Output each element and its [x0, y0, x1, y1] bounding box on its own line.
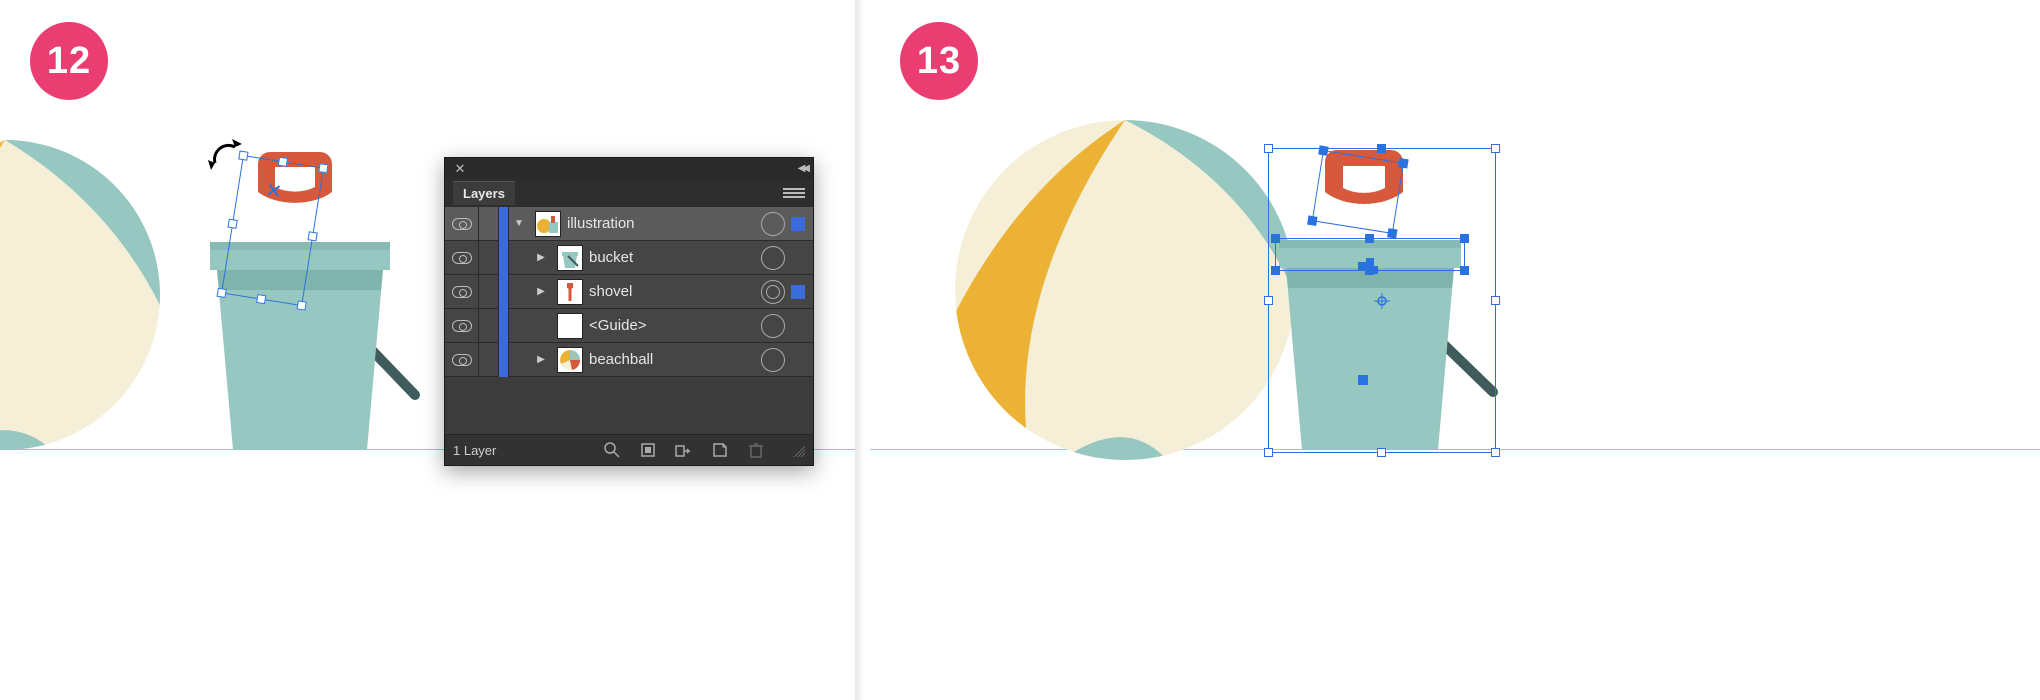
- lock-toggle[interactable]: [479, 275, 499, 309]
- panel-tabbar: Layers: [445, 179, 813, 207]
- lock-toggle[interactable]: [479, 241, 499, 275]
- visibility-toggle[interactable]: [445, 309, 479, 343]
- layer-row-guide[interactable]: <Guide>: [445, 309, 813, 343]
- eye-icon: [452, 286, 472, 298]
- visibility-toggle[interactable]: [445, 241, 479, 275]
- selection-indicator[interactable]: [791, 217, 805, 231]
- panel-menu-icon[interactable]: [783, 185, 805, 201]
- step-number: 13: [917, 40, 961, 83]
- eye-icon: [452, 354, 472, 366]
- lock-toggle[interactable]: [479, 309, 499, 343]
- panel-step-12: 12: [0, 0, 855, 700]
- artwork-bucket-shovel: [195, 140, 455, 470]
- layer-row-illustration[interactable]: ▼ illustration: [445, 207, 813, 241]
- visibility-toggle[interactable]: [445, 275, 479, 309]
- selection-indicator[interactable]: [791, 285, 805, 299]
- lock-toggle[interactable]: [479, 343, 499, 377]
- locate-icon[interactable]: [639, 441, 657, 459]
- eye-icon: [452, 320, 472, 332]
- layer-row-shovel[interactable]: ▶ shovel: [445, 275, 813, 309]
- target-icon[interactable]: [761, 314, 785, 338]
- layer-color-strip: [499, 309, 509, 343]
- disclosure-triangle[interactable]: ▼: [509, 214, 529, 234]
- disclosure-triangle[interactable]: ▶: [531, 248, 551, 268]
- selection-bounding-box-shovel[interactable]: [1312, 150, 1404, 234]
- tab-label: Layers: [463, 186, 505, 201]
- layer-color-strip: [499, 343, 509, 377]
- visibility-toggle[interactable]: [445, 343, 479, 377]
- step-badge-12: 12: [30, 22, 108, 100]
- layer-row-beachball[interactable]: ▶ beachball: [445, 343, 813, 377]
- selection-indicator[interactable]: [791, 353, 805, 367]
- target-icon[interactable]: [761, 246, 785, 270]
- panel-step-13: 13: [870, 0, 2040, 700]
- disclosure-triangle[interactable]: ▶: [531, 350, 551, 370]
- layer-name[interactable]: illustration: [567, 215, 755, 232]
- anchor-point[interactable]: [1358, 375, 1368, 385]
- artwork-beachball: [0, 140, 160, 450]
- layer-count-label: 1 Layer: [453, 443, 496, 458]
- layer-name[interactable]: bucket: [589, 249, 755, 266]
- target-icon[interactable]: [761, 212, 785, 236]
- search-icon[interactable]: [603, 441, 621, 459]
- layer-thumbnail: [557, 279, 583, 305]
- layer-row-bucket[interactable]: ▶ bucket: [445, 241, 813, 275]
- clip-icon[interactable]: [675, 441, 693, 459]
- layer-thumbnail: [557, 347, 583, 373]
- layer-thumbnail: [557, 245, 583, 271]
- panel-empty-area[interactable]: [445, 377, 813, 435]
- artwork-beachball: [955, 120, 1295, 460]
- selection-indicator[interactable]: [791, 251, 805, 265]
- resize-grip-icon[interactable]: [791, 443, 805, 457]
- step-badge-13: 13: [900, 22, 978, 100]
- layer-name[interactable]: <Guide>: [589, 317, 755, 334]
- trash-icon[interactable]: [747, 441, 765, 459]
- layers-panel[interactable]: ✕ ◀◀ Layers ▼ illustration: [444, 157, 814, 466]
- layer-list: ▼ illustration ▶ bucket: [445, 207, 813, 377]
- layer-color-strip: [499, 275, 509, 309]
- layer-thumbnail: [557, 313, 583, 339]
- panel-collapse-icon[interactable]: ◀◀: [798, 163, 807, 174]
- layer-name[interactable]: beachball: [589, 351, 755, 368]
- layer-thumbnail: [535, 211, 561, 237]
- lock-toggle[interactable]: [479, 207, 499, 241]
- target-icon[interactable]: [761, 348, 785, 372]
- eye-icon: [452, 252, 472, 264]
- visibility-toggle[interactable]: [445, 207, 479, 241]
- tab-layers[interactable]: Layers: [453, 181, 515, 205]
- target-icon[interactable]: [761, 280, 785, 304]
- selection-indicator[interactable]: [791, 319, 805, 333]
- eye-icon: [452, 218, 472, 230]
- disclosure-triangle[interactable]: ▶: [531, 282, 551, 302]
- layer-color-strip: [499, 241, 509, 275]
- step-number: 12: [47, 40, 91, 83]
- close-icon[interactable]: ✕: [451, 160, 469, 178]
- panel-divider: [855, 0, 870, 700]
- anchor-cluster[interactable]: [1358, 258, 1380, 274]
- new-layer-icon[interactable]: [711, 441, 729, 459]
- layer-name[interactable]: shovel: [589, 283, 755, 300]
- panel-footer: 1 Layer: [445, 435, 813, 465]
- layer-color-strip: [499, 207, 509, 241]
- center-point-icon: [1374, 293, 1390, 309]
- panel-titlebar[interactable]: ✕ ◀◀: [445, 158, 813, 179]
